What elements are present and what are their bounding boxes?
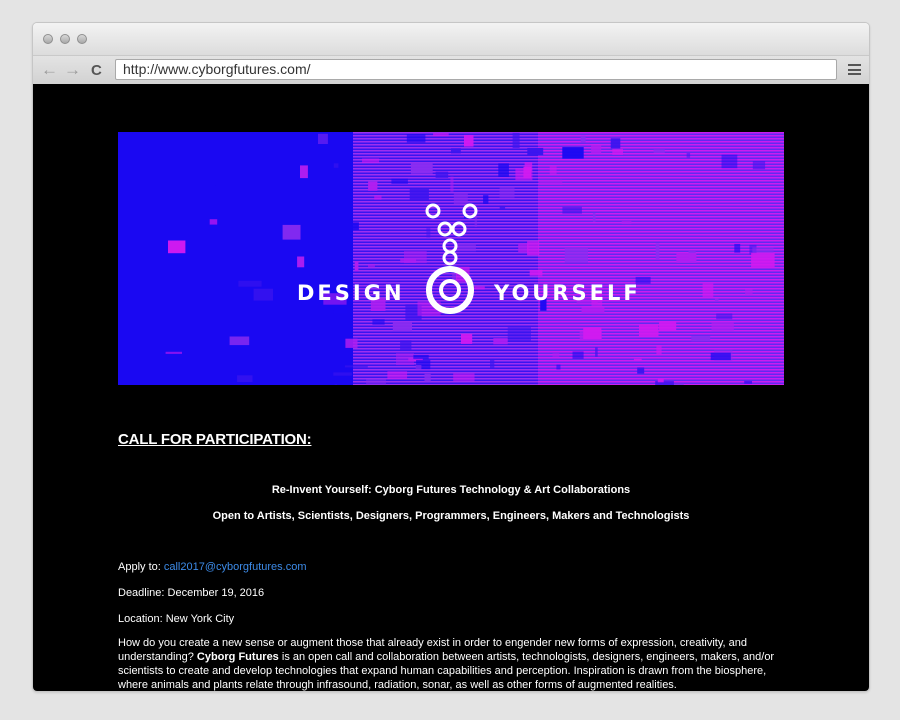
reload-icon[interactable]: C [91, 61, 102, 81]
para-cyborg-futures: Cyborg Futures [196, 651, 279, 663]
minimize-window-button[interactable] [60, 34, 70, 44]
subtitle-open-to: Open to Artists, Scientists, Designers, … [212, 510, 690, 522]
design-yourself-banner: DESIGN YOURSELF [118, 132, 784, 385]
banner-word-yourself: YOURSELF [493, 281, 641, 305]
apply-email-link[interactable]: call2017@cyborgfutures.com [164, 561, 307, 573]
description-paragraph: How do you create a new sense or augment… [118, 636, 778, 691]
location-text: Location: New York City [118, 613, 235, 625]
banner-graphic: DESIGN YOURSELF [118, 132, 784, 385]
deadline-text: Deadline: December 19, 2016 [118, 587, 265, 599]
browser-window: ← → C http://www.cyborgfutures.com/ DESI… [32, 22, 870, 692]
page-viewport[interactable]: DESIGN YOURSELF CALL FOR PARTICIPATION: … [33, 84, 869, 691]
apply-label: Apply to: [118, 561, 164, 573]
apply-line: Apply to: call2017@cyborgfutures.com [118, 561, 306, 573]
title-bar [33, 23, 869, 55]
maximize-window-button[interactable] [77, 34, 87, 44]
address-bar[interactable]: http://www.cyborgfutures.com/ [115, 59, 837, 80]
hamburger-menu-icon[interactable] [848, 64, 861, 75]
back-arrow-icon[interactable]: ← [41, 60, 58, 80]
subtitle-reinvent: Re-Invent Yourself: Cyborg Futures Techn… [271, 484, 631, 496]
forward-arrow-icon[interactable]: → [64, 60, 81, 80]
banner-word-design: DESIGN [297, 281, 405, 305]
call-for-participation-heading: CALL FOR PARTICIPATION: [118, 431, 312, 448]
close-window-button[interactable] [43, 34, 53, 44]
browser-toolbar: ← → C http://www.cyborgfutures.com/ [33, 55, 869, 85]
